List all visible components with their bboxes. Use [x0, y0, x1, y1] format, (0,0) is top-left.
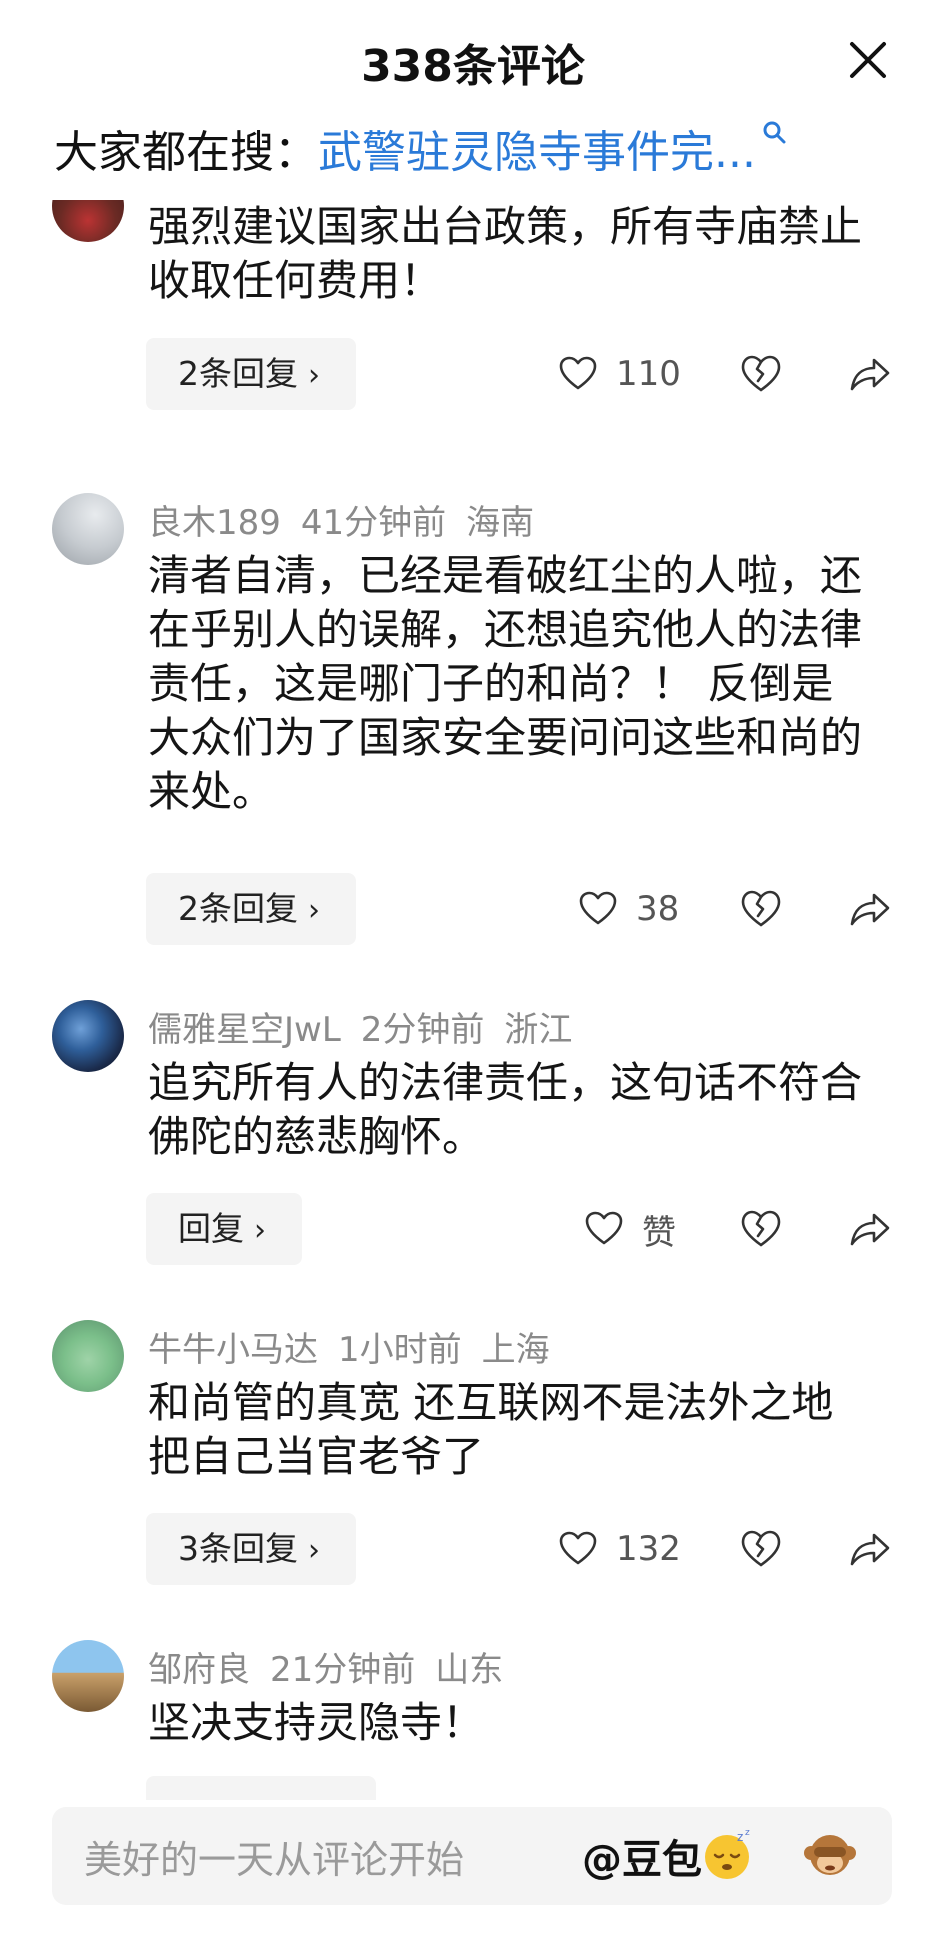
reply-label: 2条回复: [178, 889, 298, 928]
chevron-right-icon: ›: [308, 893, 320, 928]
avatar[interactable]: [52, 1640, 124, 1712]
username[interactable]: 牛牛小马达: [148, 1330, 318, 1370]
like-count: 38: [636, 889, 680, 929]
reply-button[interactable]: [146, 1776, 376, 1800]
view-replies-button[interactable]: 2条回复 ›: [146, 338, 356, 410]
chevron-right-icon: ›: [308, 358, 320, 393]
broken-heart-icon[interactable]: [738, 1206, 784, 1252]
location: 上海: [481, 1330, 550, 1370]
chevron-right-icon: ›: [254, 1213, 266, 1248]
location: 浙江: [504, 1010, 573, 1050]
like-count: 110: [616, 354, 681, 394]
share-arrow-icon[interactable]: [846, 351, 892, 397]
location: 海南: [466, 503, 535, 543]
avatar[interactable]: [52, 493, 124, 565]
like-label: 赞: [642, 1212, 676, 1253]
comment-meta: 儒雅星空JwL 2分钟前 浙江: [148, 1002, 592, 1051]
timestamp: 2分钟前: [360, 1010, 485, 1050]
avatar[interactable]: [52, 1320, 124, 1392]
mention-doubao-button[interactable]: @豆包: [582, 1827, 702, 1885]
comment-meta: 良木189 41分钟前 海南: [148, 495, 554, 544]
trending-search-row: 大家都在搜：武警驻灵隐寺事件完...: [54, 116, 788, 180]
username[interactable]: 邹府良: [148, 1650, 250, 1690]
broken-heart-icon[interactable]: [738, 1526, 784, 1572]
avatar[interactable]: [52, 200, 124, 242]
username[interactable]: 儒雅星空JwL: [148, 1010, 341, 1050]
trending-search-label: 大家都在搜：: [54, 127, 318, 178]
share-arrow-icon[interactable]: [846, 1526, 892, 1572]
username[interactable]: 良木189: [148, 503, 281, 543]
broken-heart-icon[interactable]: [738, 351, 784, 397]
heart-outline-icon: [559, 1531, 597, 1565]
like-button[interactable]: 赞: [584, 1193, 676, 1265]
svg-text:z: z: [737, 1830, 743, 1844]
view-replies-button[interactable]: 2条回复 ›: [146, 873, 356, 945]
timestamp: 21分钟前: [270, 1650, 416, 1690]
comment-input-bar[interactable]: 美好的一天从评论开始 @豆包 z z: [52, 1807, 892, 1905]
share-arrow-icon[interactable]: [846, 886, 892, 932]
comment-list[interactable]: 强烈建议国家出台政策，所有寺庙禁止收取任何费用！ 2条回复 › 110 良木189…: [0, 200, 946, 1800]
like-button[interactable]: 110: [558, 338, 681, 410]
comment-text: 和尚管的真宽 还互联网不是法外之地 把自己当官老爷了: [148, 1378, 834, 1481]
heart-outline-icon: [585, 1211, 623, 1245]
comment-text: 追究所有人的法律责任，这句话不符合佛陀的慈悲胸怀。: [148, 1058, 863, 1161]
timestamp: 1小时前: [338, 1330, 462, 1370]
heart-outline-icon: [559, 356, 597, 390]
comment-text: 强烈建议国家出台政策，所有寺庙禁止收取任何费用！: [148, 202, 863, 305]
comment-input-placeholder[interactable]: 美好的一天从评论开始: [84, 1829, 464, 1884]
heart-outline-icon: [579, 891, 617, 925]
share-arrow-icon[interactable]: [846, 1206, 892, 1252]
comment-item: 良木189 41分钟前 海南 清者自清，已经是看破红尘的人啦，还在乎别人的误解，还想…: [0, 493, 946, 983]
like-button[interactable]: 132: [558, 1513, 681, 1585]
location: 山东: [435, 1650, 504, 1690]
see-no-evil-monkey-emoji-icon[interactable]: [800, 1825, 860, 1885]
avatar[interactable]: [52, 1000, 124, 1072]
search-icon[interactable]: [762, 120, 788, 146]
like-count: 132: [616, 1529, 681, 1569]
comment-meta: 牛牛小马达 1小时前 上海: [148, 1322, 570, 1371]
close-icon[interactable]: [844, 36, 892, 84]
svg-text:z: z: [745, 1828, 750, 1838]
broken-heart-icon[interactable]: [738, 886, 784, 932]
chevron-right-icon: ›: [308, 1533, 320, 1568]
view-replies-button[interactable]: 3条回复 ›: [146, 1513, 356, 1585]
comments-header: 338条评论 大家都在搜：武警驻灵隐寺事件完...: [0, 0, 946, 200]
reply-label: 回复: [178, 1209, 244, 1248]
reply-label: 2条回复: [178, 354, 298, 393]
comment-text: 清者自清，已经是看破红尘的人啦，还在乎别人的误解，还想追究他人的法律责任，这是哪…: [148, 551, 863, 816]
comment-item: 儒雅星空JwL 2分钟前 浙江 追究所有人的法律责任，这句话不符合佛陀的慈悲胸怀。 …: [0, 1000, 946, 1320]
comment-meta: 邹府良 21分钟前 山东: [148, 1642, 523, 1691]
comment-text: 坚决支持灵隐寺！: [148, 1698, 485, 1747]
like-button[interactable]: 38: [578, 873, 679, 945]
comments-title: 338条评论: [361, 41, 585, 92]
comment-item: 牛牛小马达 1小时前 上海 和尚管的真宽 还互联网不是法外之地 把自己当官老爷了 3…: [0, 1320, 946, 1640]
comment-item: 邹府良 21分钟前 山东 坚决支持灵隐寺！: [0, 1640, 946, 1800]
reply-button[interactable]: 回复 ›: [146, 1193, 302, 1265]
trending-search-link[interactable]: 武警驻灵隐寺事件完...: [318, 127, 756, 178]
timestamp: 41分钟前: [300, 503, 447, 543]
reply-label: 3条回复: [178, 1529, 298, 1568]
sleepy-face-emoji-icon[interactable]: z z: [697, 1825, 757, 1885]
